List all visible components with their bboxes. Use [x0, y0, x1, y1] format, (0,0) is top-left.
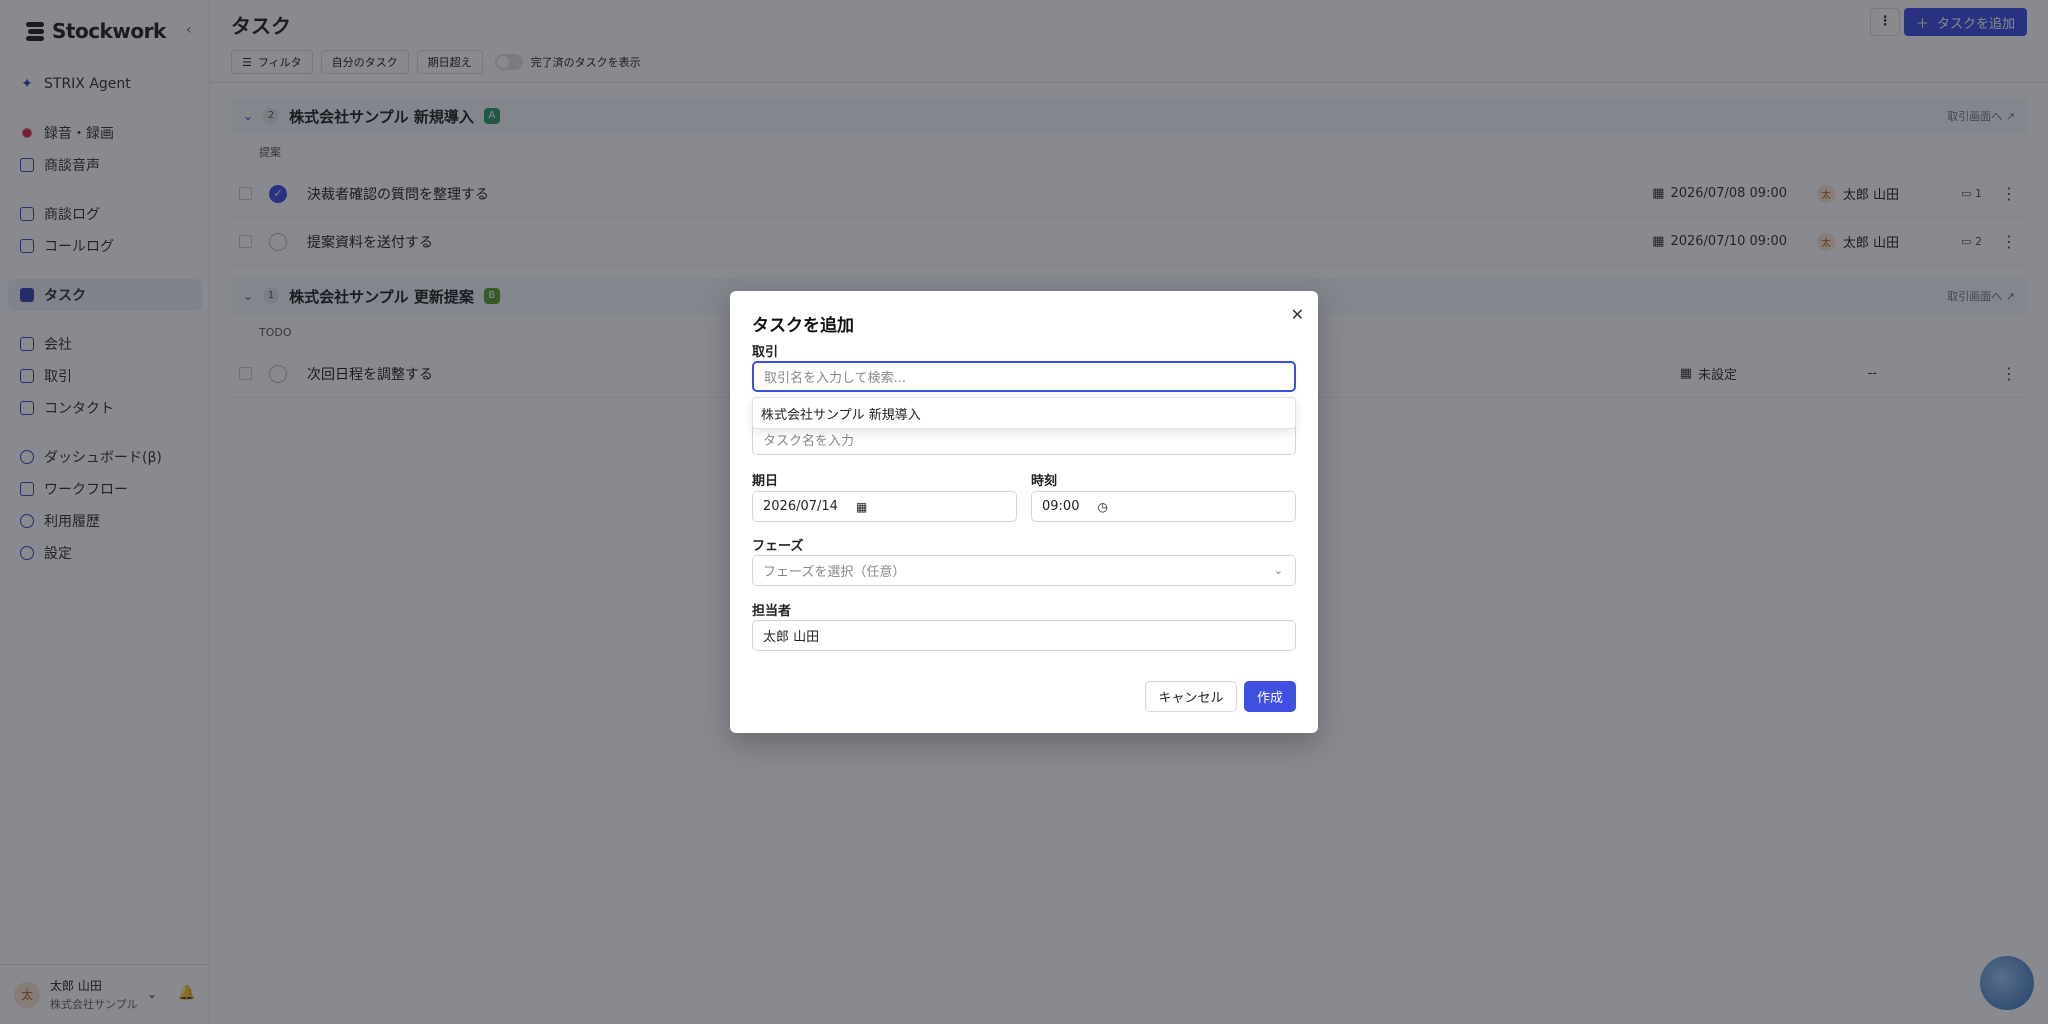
deal-suggestion-option[interactable]: 株式会社サンプル 新規導入	[752, 397, 1296, 429]
time-input[interactable]: 09:00 ◷	[1031, 491, 1296, 522]
assignee-input[interactable]: 太郎 山田	[752, 620, 1296, 651]
phase-select[interactable]: フェーズを選択（任意） ⌄	[752, 555, 1296, 586]
time-label: 時刻	[1031, 474, 1058, 489]
assignee-label: 担当者	[752, 604, 792, 619]
deal-search-input[interactable]: 取引名を入力して検索...	[752, 361, 1296, 392]
dialog-title: タスクを追加	[752, 316, 854, 336]
clock-icon[interactable]: ◷	[1097, 500, 1107, 514]
due-date-label: 期日	[752, 474, 779, 489]
phase-placeholder: フェーズを選択（任意）	[763, 565, 906, 580]
calendar-icon[interactable]: ▦	[856, 500, 867, 514]
add-task-dialog: タスクを追加 ✕ 取引 取引名を入力して検索... タスク名を入力 株式会社サン…	[730, 291, 1318, 733]
create-button[interactable]: 作成	[1244, 681, 1296, 712]
due-date-input[interactable]: 2026/07/14 ▦	[752, 491, 1017, 522]
deal-search-placeholder: 取引名を入力して検索...	[764, 371, 907, 386]
phase-label: フェーズ	[752, 539, 804, 554]
time-value: 09:00	[1042, 499, 1080, 514]
due-date-value: 2026/07/14	[763, 499, 838, 514]
task-name-placeholder: タスク名を入力	[763, 434, 855, 449]
close-icon[interactable]: ✕	[1291, 305, 1304, 324]
cancel-button[interactable]: キャンセル	[1145, 681, 1237, 712]
assignee-value: 太郎 山田	[763, 630, 820, 645]
chevron-down-icon: ⌄	[1273, 564, 1283, 577]
deal-label: 取引	[752, 345, 779, 360]
